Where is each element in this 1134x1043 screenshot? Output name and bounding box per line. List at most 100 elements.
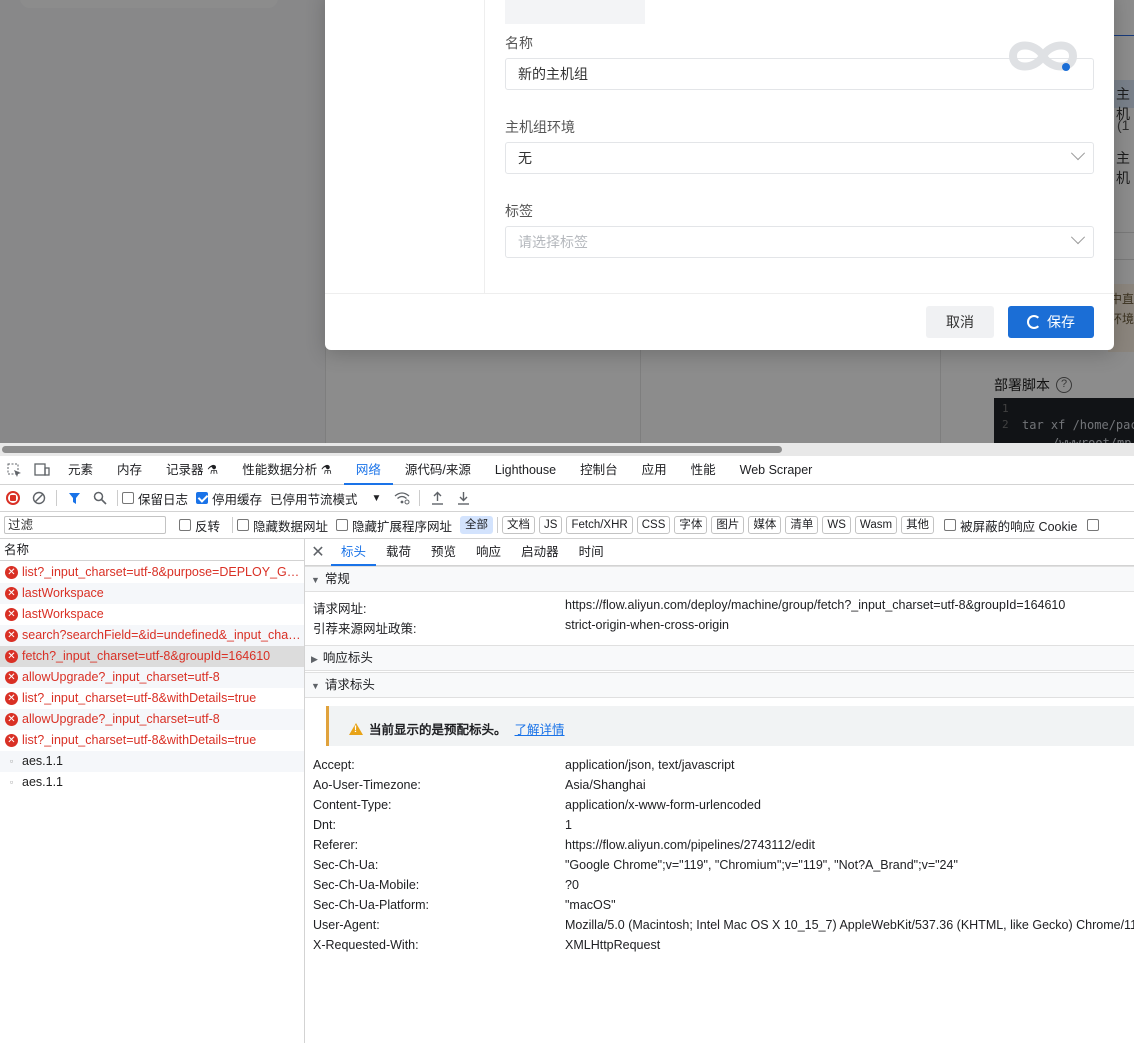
tab-performance[interactable]: 性能 [679, 456, 728, 485]
horizontal-scrollbar-thumb[interactable] [2, 446, 782, 453]
section-general[interactable]: ▼ 常规 [305, 566, 1134, 592]
filter-icon[interactable] [61, 485, 87, 511]
filter-chip-css[interactable]: CSS [636, 516, 671, 534]
tab-console[interactable]: 控制台 [568, 456, 630, 485]
device-toolbar-icon[interactable] [28, 456, 56, 485]
error-icon: ✕ [5, 608, 18, 621]
filter-chip-doc[interactable]: 文档 [502, 516, 536, 534]
loading-spinner-icon [1008, 41, 1078, 71]
header-key: X-Requested-With: [313, 938, 419, 952]
request-row-selected[interactable]: ✕ fetch?_input_charset=utf-8&groupId=1646… [0, 646, 304, 667]
request-row[interactable]: ✕ search?searchField=&id=undefined&_input… [0, 625, 304, 646]
tab-elements[interactable]: 元素 [56, 456, 105, 485]
request-list-header[interactable]: 名称 [0, 539, 304, 561]
blocked-cookies-checkbox[interactable]: 被屏蔽的响应 Cookie [944, 516, 1077, 535]
request-row[interactable]: ✕ allowUpgrade?_input_charset=utf-8 [0, 667, 304, 688]
section-general-title: 常规 [324, 572, 350, 586]
tab-network[interactable]: 网络 [343, 456, 393, 485]
triangle-down-icon: ▼ [311, 681, 320, 691]
filter-chip-ws[interactable]: WS [822, 516, 851, 534]
tab-response[interactable]: 响应 [466, 539, 511, 566]
request-row[interactable]: ✕ lastWorkspace [0, 604, 304, 625]
save-button[interactable]: 保存 [1008, 306, 1094, 338]
cancel-button[interactable]: 取消 [926, 306, 994, 338]
tab-recorder[interactable]: 记录器 ⚗ [154, 456, 230, 485]
filter-chip-wasm[interactable]: Wasm [854, 516, 898, 534]
checkbox-checked[interactable] [196, 492, 209, 504]
request-name: aes.1.1 [22, 775, 64, 789]
upload-icon[interactable] [424, 485, 450, 511]
network-conditions-icon[interactable] [389, 485, 415, 511]
hide-ext-urls-checkbox[interactable]: 隐藏扩展程序网址 [336, 516, 452, 535]
modal-left-panel [325, 0, 485, 293]
tab-preview[interactable]: 预览 [421, 539, 466, 566]
web-page: 主机 (1 主机 中直 环境 部署脚本 ? 1 2 tar xf /home/p… [0, 0, 1134, 456]
triangle-right-icon: ▶ [311, 654, 318, 664]
checkbox[interactable] [122, 492, 134, 504]
filter-chip-js[interactable]: JS [539, 516, 563, 534]
download-icon[interactable] [450, 485, 476, 511]
throttle-value: 已停用节流模式 [270, 492, 358, 507]
filter-chip-font[interactable]: 字体 [674, 516, 708, 534]
env-select-value: 无 [518, 150, 532, 166]
filter-input[interactable]: 过滤 [4, 516, 166, 534]
tab-initiator[interactable]: 启动器 [511, 539, 569, 566]
filter-chip-other[interactable]: 其他 [901, 516, 935, 534]
header-key: Referer: [313, 838, 359, 852]
checkbox[interactable] [237, 519, 250, 531]
filter-chip-fetch-xhr[interactable]: Fetch/XHR [566, 516, 633, 534]
separator [497, 517, 499, 533]
invert-checkbox[interactable]: 反转 [179, 516, 220, 535]
request-name: list?_input_charset=utf-8&withDetails=tr… [22, 691, 257, 705]
file-icon: ▫ [9, 756, 14, 766]
search-icon[interactable] [87, 485, 113, 511]
checkbox[interactable] [944, 519, 957, 531]
tab-timing[interactable]: 时间 [569, 539, 614, 566]
clear-icon[interactable] [26, 485, 52, 511]
tab-payload[interactable]: 载荷 [376, 539, 421, 566]
tab-application[interactable]: 应用 [630, 456, 679, 485]
spinner-icon [1027, 315, 1041, 329]
preserve-log-checkbox[interactable]: 保留日志 [122, 489, 188, 508]
env-select[interactable]: 无 [505, 142, 1094, 174]
chevron-down-icon [1070, 230, 1086, 245]
section-request-headers[interactable]: ▼ 请求标头 [305, 672, 1134, 698]
request-name: allowUpgrade?_input_charset=utf-8 [22, 670, 220, 684]
blocked-cookies-label: 被屏蔽的响应 Cookie [960, 519, 1078, 534]
tab-sources[interactable]: 源代码/来源 [393, 456, 483, 485]
checkbox[interactable] [1087, 519, 1100, 531]
checkbox[interactable] [336, 519, 349, 531]
tab-performance-insights[interactable]: 性能数据分析 ⚗ [230, 456, 344, 485]
name-label: 名称 [505, 35, 533, 51]
request-row[interactable]: ✕ list?_input_charset=utf-8&withDetails=t… [0, 730, 304, 751]
request-row[interactable]: ▫ aes.1.1 [0, 772, 304, 793]
request-row[interactable]: ✕ allowUpgrade?_input_charset=utf-8 [0, 709, 304, 730]
tags-select[interactable]: 请选择标签 [505, 226, 1094, 258]
section-response-headers[interactable]: ▶ 响应标头 [305, 645, 1134, 671]
tab-headers[interactable]: 标头 [331, 539, 377, 566]
filter-chip-manifest[interactable]: 清单 [785, 516, 819, 534]
close-icon[interactable]: ✕ [305, 542, 331, 562]
panel-splitter[interactable] [304, 539, 305, 1043]
request-row[interactable]: ✕ list?_input_charset=utf-8&withDetails=t… [0, 688, 304, 709]
env-label: 主机组环境 [505, 119, 575, 135]
request-row[interactable]: ▫ aes.1.1 [0, 751, 304, 772]
request-row[interactable]: ✕ lastWorkspace [0, 583, 304, 604]
disable-cache-checkbox[interactable]: 停用缓存 [196, 489, 262, 508]
tab-web-scraper[interactable]: Web Scraper [728, 456, 825, 485]
filter-chip-img[interactable]: 图片 [711, 516, 745, 534]
filter-chip-all[interactable]: 全部 [460, 516, 494, 534]
request-name: allowUpgrade?_input_charset=utf-8 [22, 712, 220, 726]
inspect-element-icon[interactable] [0, 456, 28, 485]
record-stop-icon[interactable] [0, 485, 26, 511]
checkbox[interactable] [179, 519, 191, 531]
throttle-select[interactable]: 已停用节流模式 ▼ [270, 489, 381, 508]
request-name: lastWorkspace [22, 586, 104, 600]
learn-more-link[interactable]: 了解详情 [515, 719, 565, 738]
tab-lighthouse[interactable]: Lighthouse [483, 456, 568, 485]
tab-memory[interactable]: 内存 [105, 456, 154, 485]
request-row[interactable]: ✕ list?_input_charset=utf-8&purpose=DEPLO… [0, 562, 304, 583]
tags-select-placeholder: 请选择标签 [518, 234, 588, 250]
filter-chip-media[interactable]: 媒体 [748, 516, 782, 534]
hide-data-urls-checkbox[interactable]: 隐藏数据网址 [237, 516, 328, 535]
